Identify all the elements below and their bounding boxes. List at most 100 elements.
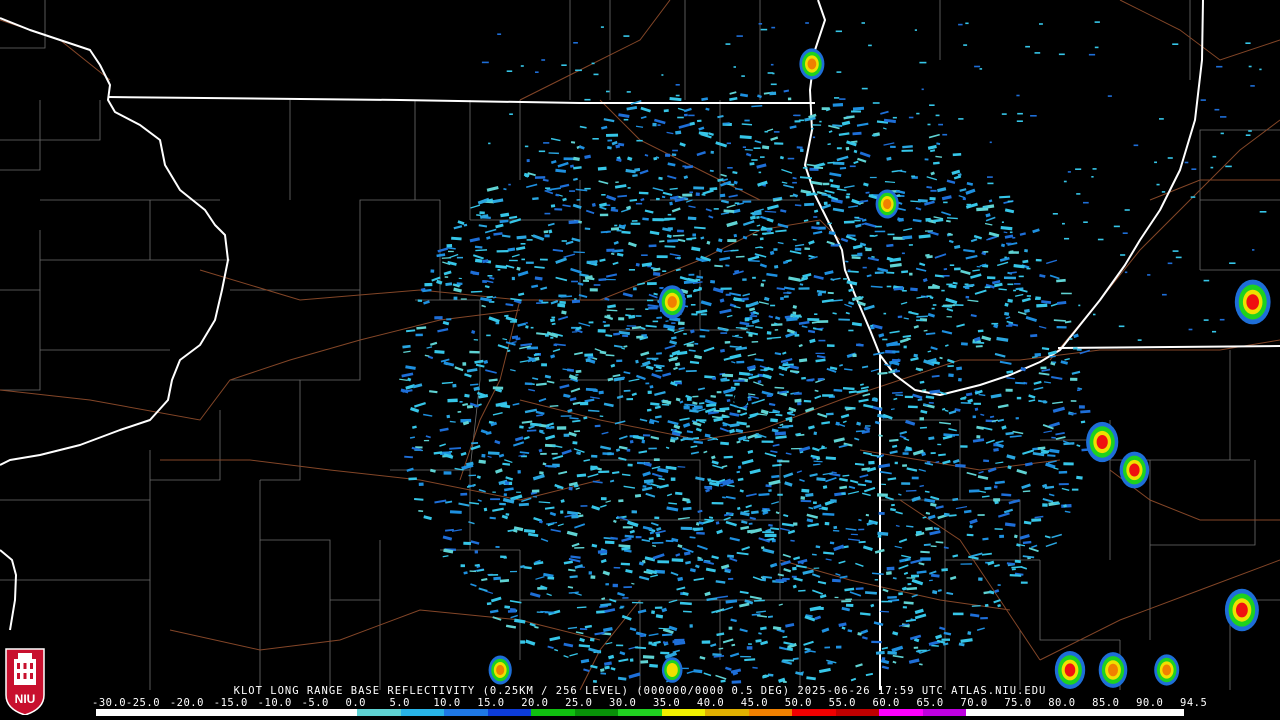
- echo-speckle: [788, 418, 793, 423]
- legend-color-segment: [487, 709, 532, 716]
- echo-speckle: [1034, 352, 1042, 357]
- echo-speckle: [648, 244, 657, 248]
- echo-speckle: [503, 493, 507, 497]
- echo-speckle: [559, 300, 566, 305]
- echo-speckle: [871, 640, 882, 644]
- echo-speckle: [838, 318, 850, 321]
- echo-speckle: [812, 501, 817, 504]
- echo-speckle: [521, 258, 525, 261]
- echo-speckle: [1063, 180, 1067, 183]
- echo-speckle: [1001, 113, 1007, 115]
- echo-speckle: [777, 493, 783, 496]
- echo-speckle: [898, 592, 903, 596]
- echo-speckle: [762, 531, 775, 534]
- echo-speckle: [576, 199, 581, 201]
- legend-label: 15.0: [477, 697, 505, 709]
- cell-nw-indiana-2: [1119, 451, 1150, 489]
- echo-speckle: [1172, 43, 1179, 45]
- echo-speckle: [1058, 483, 1069, 486]
- echo-speckle: [710, 150, 714, 154]
- echo-speckle: [1214, 108, 1220, 111]
- echo-speckle: [1175, 256, 1182, 259]
- echo-speckle: [601, 194, 606, 196]
- echo-speckle: [713, 208, 719, 210]
- echo-speckle: [794, 114, 801, 117]
- legend-label: 45.0: [740, 697, 769, 709]
- echo-speckle: [964, 283, 969, 286]
- echo-speckle: [645, 308, 649, 310]
- echo-speckle: [973, 402, 982, 405]
- echo-speckle: [835, 30, 842, 33]
- product-caption: KLOT LONG RANGE BASE REFLECTIVITY (0.25K…: [233, 685, 1047, 697]
- echo-speckle: [948, 373, 954, 378]
- echo-speckle: [423, 439, 430, 442]
- legend-label: -25.0: [125, 697, 161, 709]
- echo-speckle: [813, 216, 818, 218]
- echo-speckle: [851, 254, 858, 257]
- echo-speckle: [774, 329, 779, 331]
- echo-speckle: [507, 609, 517, 613]
- echo-speckle: [631, 510, 637, 514]
- echo-speckle: [1017, 112, 1023, 115]
- echo-speckle: [694, 342, 699, 345]
- legend-colorbar: [96, 709, 1184, 716]
- echo-speckle: [636, 461, 646, 465]
- echo-speckle: [672, 149, 678, 152]
- cell-sw-michigan: [1234, 279, 1271, 325]
- echo-speckle: [1248, 65, 1252, 68]
- echo-speckle: [875, 225, 882, 228]
- echo-speckle: [1004, 256, 1007, 259]
- echo-speckle: [604, 540, 615, 545]
- echo-speckle: [1124, 209, 1130, 211]
- echo-speckle: [802, 167, 808, 169]
- echo-speckle: [611, 207, 616, 209]
- echo-speckle: [963, 44, 968, 46]
- echo-speckle: [834, 97, 840, 99]
- echo-speckle: [901, 482, 911, 485]
- echo-speckle: [874, 230, 886, 233]
- echo-speckle: [1006, 325, 1013, 327]
- echo-speckle: [614, 224, 618, 227]
- echo-speckle: [443, 471, 452, 475]
- echo-speckle: [987, 176, 993, 178]
- legend-color-segment: [879, 709, 923, 716]
- echo-speckle: [486, 334, 491, 337]
- echo-speckle: [1008, 251, 1019, 254]
- echo-speckle: [881, 600, 893, 603]
- echo-speckle: [531, 489, 540, 493]
- echo-speckle: [798, 287, 810, 290]
- storm-cell-layer: [883, 198, 892, 210]
- echo-speckle: [1013, 289, 1016, 292]
- echo-speckle: [935, 114, 940, 117]
- echo-speckle: [832, 578, 841, 583]
- echo-speckle: [827, 291, 834, 295]
- legend-label: -30.0: [92, 697, 127, 709]
- echo-speckle: [1075, 168, 1082, 170]
- echo-speckle: [689, 191, 693, 194]
- legend-label: 40.0: [696, 697, 725, 709]
- echo-speckle: [1039, 23, 1043, 25]
- echo-speckle: [1220, 132, 1224, 135]
- echo-speckle: [444, 276, 449, 278]
- echo-speckle: [541, 59, 546, 61]
- radar-site-marker: [734, 393, 748, 407]
- echo-speckle: [720, 287, 732, 290]
- echo-speckle: [560, 510, 564, 514]
- echo-speckle: [958, 377, 962, 382]
- echo-speckle: [1161, 191, 1166, 193]
- echo-speckle: [1052, 361, 1057, 364]
- echo-speckle: [921, 88, 924, 91]
- echo-speckle: [886, 285, 892, 288]
- echo-speckle: [845, 603, 854, 607]
- echo-speckle: [653, 458, 660, 462]
- echo-speckle: [571, 280, 578, 283]
- echo-speckle: [656, 533, 661, 538]
- echo-speckle: [766, 394, 772, 397]
- echo-speckle: [660, 651, 670, 655]
- echo-speckle: [924, 158, 929, 161]
- echo-speckle: [796, 146, 803, 149]
- echo-speckle: [446, 318, 452, 321]
- echo-speckle: [854, 216, 860, 219]
- echo-speckle: [1020, 581, 1028, 584]
- echo-speckle: [545, 187, 551, 189]
